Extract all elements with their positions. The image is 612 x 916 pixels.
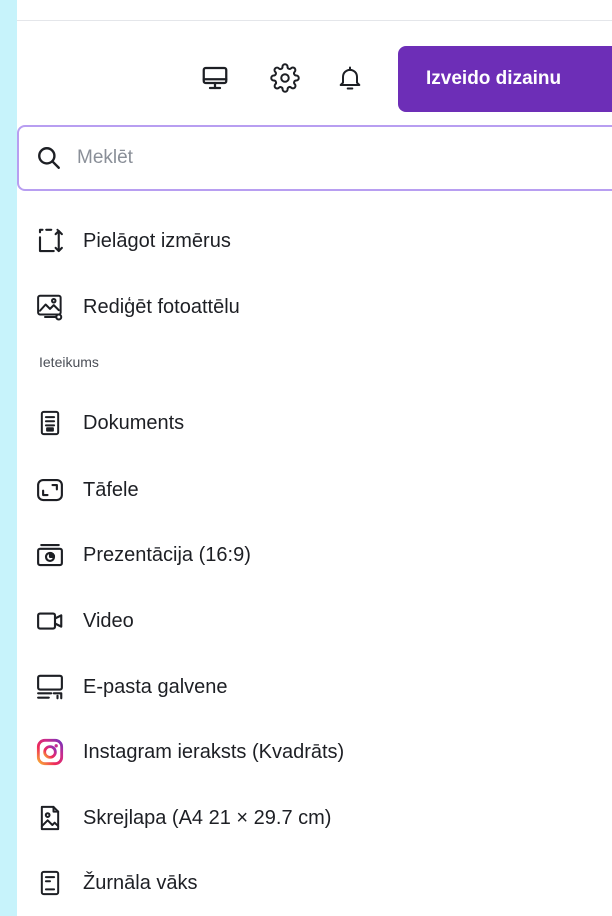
desktop-icon[interactable] <box>197 60 233 96</box>
email-header-icon <box>35 672 65 702</box>
menu-item-instagram-post[interactable]: Instagram ieraksts (Kvadrāts) <box>17 727 612 777</box>
menu-item-label: Instagram ieraksts (Kvadrāts) <box>83 740 345 763</box>
menu-item-label: Žurnāla vāks <box>83 871 198 894</box>
menu-item-label: Rediģēt fotoattēlu <box>83 295 240 318</box>
menu-item-label: Prezentācija (16:9) <box>83 543 251 566</box>
menu-item-label: Dokuments <box>83 411 185 434</box>
gear-icon[interactable] <box>267 60 303 96</box>
menu-item-resize[interactable]: Pielāgot izmērus <box>17 216 612 266</box>
presentation-icon <box>35 540 65 570</box>
menu-item-label: E-pasta galvene <box>83 675 228 698</box>
section-heading: Ieteikums <box>39 354 99 370</box>
whiteboard-icon <box>35 475 65 505</box>
video-icon <box>35 606 65 636</box>
magazine-icon <box>35 868 65 898</box>
menu-item-label: Tāfele <box>83 478 139 501</box>
menu-item-label: Skrejlapa (A4 21 × 29.7 cm) <box>83 806 332 829</box>
instagram-icon <box>35 737 65 767</box>
menu-item-presentation[interactable]: Prezentācija (16:9) <box>17 530 612 580</box>
divider <box>17 20 612 21</box>
flyer-icon <box>35 803 65 833</box>
menu-item-edit-photo[interactable]: Rediģēt fotoattēlu <box>17 282 612 332</box>
menu-item-flyer[interactable]: Skrejlapa (A4 21 × 29.7 cm) <box>17 793 612 843</box>
menu-item-video[interactable]: Video <box>17 596 612 646</box>
search-icon <box>23 145 75 171</box>
document-icon <box>35 408 65 438</box>
toolbar: Izveido dizainu <box>17 46 612 112</box>
create-design-button[interactable]: Izveido dizainu <box>398 46 612 112</box>
search-box[interactable] <box>17 125 612 191</box>
menu-item-document[interactable]: Dokuments <box>17 398 612 448</box>
resize-icon <box>35 226 65 256</box>
menu-item-label: Video <box>83 609 134 632</box>
menu-item-email-header[interactable]: E-pasta galvene <box>17 662 612 712</box>
menu-item-magazine-cover[interactable]: Žurnāla vāks <box>17 858 612 908</box>
bell-icon[interactable] <box>332 60 368 96</box>
edit-photo-icon <box>35 292 65 322</box>
menu-item-label: Pielāgot izmērus <box>83 229 231 252</box>
search-input[interactable] <box>75 146 559 170</box>
menu-item-whiteboard[interactable]: Tāfele <box>17 465 612 515</box>
